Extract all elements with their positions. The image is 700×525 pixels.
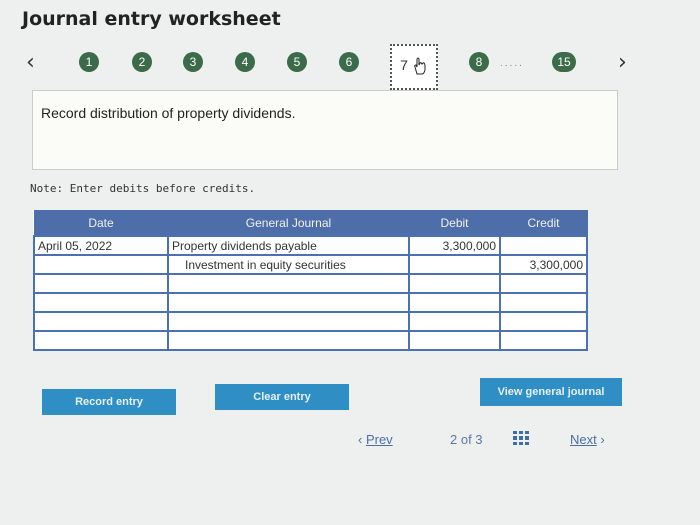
prev-label: Prev: [365, 432, 393, 447]
step-2[interactable]: 2: [132, 52, 152, 72]
step-7-label: 7: [400, 57, 408, 73]
record-entry-button[interactable]: Record entry: [42, 389, 176, 415]
prompt-text: Record distribution of property dividend…: [41, 105, 296, 121]
page-status: 2 of 3: [450, 432, 483, 447]
step-8[interactable]: 8: [469, 52, 489, 72]
journal-table: Date General Journal Debit Credit April …: [33, 210, 588, 351]
step-1[interactable]: 1: [79, 52, 99, 72]
account-cell[interactable]: Property dividends payable: [167, 235, 410, 256]
account-cell[interactable]: [167, 311, 410, 332]
chevron-right-icon[interactable]: ›: [618, 50, 627, 75]
table-row: April 05, 2022 Property dividends payabl…: [33, 235, 588, 256]
account-cell[interactable]: [167, 330, 410, 351]
grid-icon[interactable]: [513, 431, 529, 445]
credit-cell[interactable]: 3,300,000: [499, 254, 588, 275]
account-cell[interactable]: [167, 273, 410, 294]
step-7-current[interactable]: 7: [390, 44, 438, 90]
table-row: [33, 330, 588, 351]
account-cell[interactable]: Investment in equity securities: [167, 254, 410, 275]
prev-link[interactable]: ‹ Prev: [358, 432, 393, 447]
credit-cell[interactable]: [499, 311, 588, 332]
header-credit: Credit: [499, 210, 588, 237]
chevron-left-icon: ‹: [358, 432, 366, 447]
credit-cell[interactable]: [499, 330, 588, 351]
steps-ellipsis: .....: [500, 58, 524, 69]
date-cell[interactable]: [33, 254, 169, 275]
step-15[interactable]: 15: [552, 52, 576, 72]
step-6[interactable]: 6: [339, 52, 359, 72]
account-cell[interactable]: [167, 292, 410, 313]
header-debit: Debit: [408, 210, 501, 237]
table-row: Investment in equity securities 3,300,00…: [33, 254, 588, 275]
page-title: Journal entry worksheet: [22, 8, 281, 30]
instruction-note: Note: Enter debits before credits.: [30, 182, 256, 195]
debit-cell[interactable]: [408, 292, 501, 313]
date-cell[interactable]: [33, 273, 169, 294]
chevron-right-icon: ›: [596, 432, 605, 447]
table-row: [33, 273, 588, 294]
step-5[interactable]: 5: [287, 52, 307, 72]
table-header-row: Date General Journal Debit Credit: [33, 210, 588, 237]
debit-cell[interactable]: [408, 254, 501, 275]
debit-cell[interactable]: [408, 330, 501, 351]
date-cell[interactable]: April 05, 2022: [33, 235, 169, 256]
chevron-left-icon[interactable]: ‹: [26, 50, 35, 75]
step-4[interactable]: 4: [235, 52, 255, 72]
table-row: [33, 292, 588, 313]
debit-cell[interactable]: [408, 273, 501, 294]
next-label: Next: [570, 432, 597, 447]
debit-cell[interactable]: [408, 311, 501, 332]
header-date: Date: [33, 210, 169, 237]
clear-entry-button[interactable]: Clear entry: [215, 384, 349, 410]
view-general-journal-button[interactable]: View general journal: [480, 378, 622, 406]
credit-cell[interactable]: [499, 235, 588, 256]
prompt-box: Record distribution of property dividend…: [32, 90, 618, 170]
table-row: [33, 311, 588, 332]
step-3[interactable]: 3: [183, 52, 203, 72]
debit-cell[interactable]: 3,300,000: [408, 235, 501, 256]
header-general-journal: General Journal: [167, 210, 410, 237]
date-cell[interactable]: [33, 311, 169, 332]
next-link[interactable]: Next ›: [570, 432, 605, 447]
credit-cell[interactable]: [499, 292, 588, 313]
date-cell[interactable]: [33, 292, 169, 313]
credit-cell[interactable]: [499, 273, 588, 294]
hand-cursor-icon: [414, 57, 426, 75]
date-cell[interactable]: [33, 330, 169, 351]
